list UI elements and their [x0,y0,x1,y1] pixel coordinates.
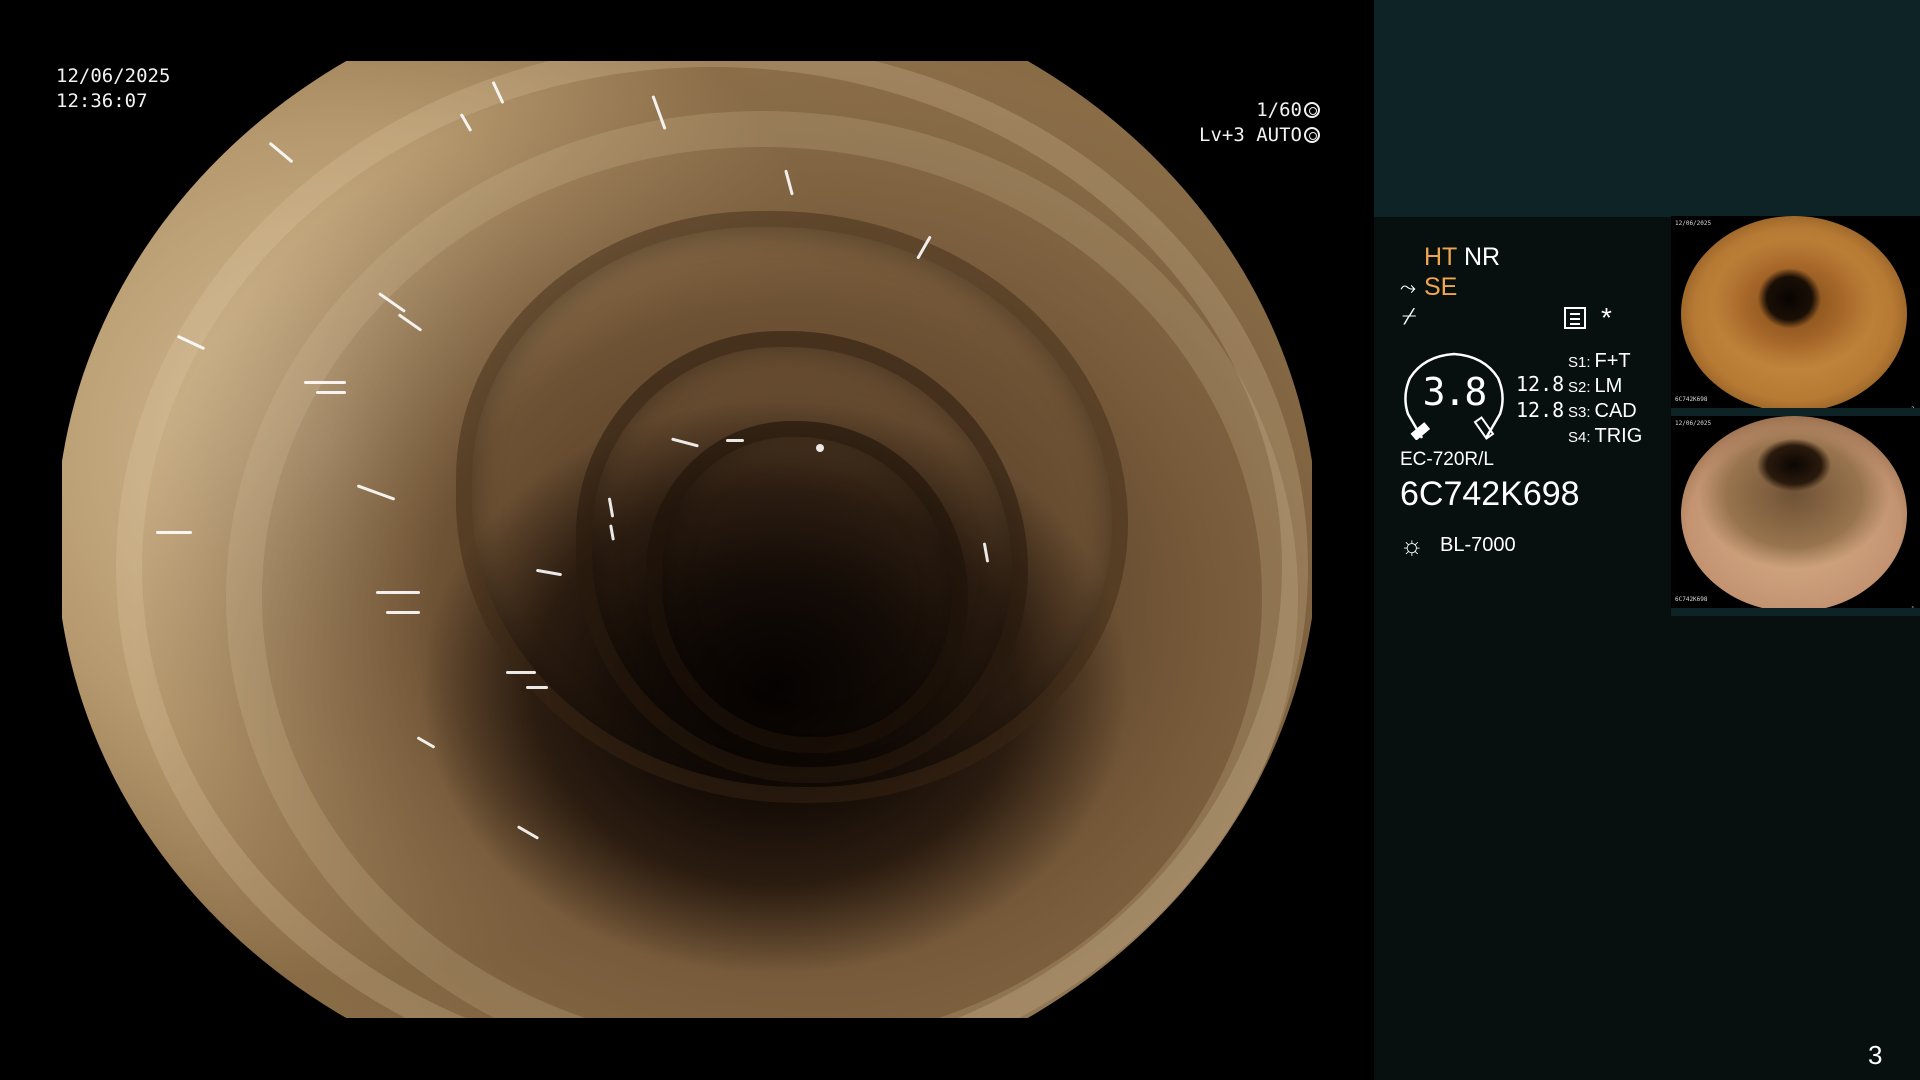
lamp-icon: ☼ [1400,530,1424,560]
capture-thumbnail-2[interactable]: 12/06/2025 6C742K698 1 [1671,416,1920,616]
status-panel: HT NR ⤳ SE ⌿ * 3.8 12.8 12.8 S1: F+T S2: L… [1374,0,1920,1080]
thumbnail-serial: 6C742K698 [1675,596,1708,603]
enhance-nr-label: NR [1464,243,1501,271]
panel-header [1374,0,1920,217]
switch-row-s4: S4: TRIG [1568,425,1643,447]
switch-row-s1: S1: F+T [1568,350,1631,372]
iris-icon [1304,127,1320,143]
star-icon: * [1601,302,1612,333]
thumbnail-date: 12/06/2025 [1675,420,1712,427]
gauge-readout-2: 12.8 [1516,398,1565,422]
scope-serial-number: 6C742K698 [1400,475,1580,513]
date-time-overlay: 12/06/2025 12:36:07 [56,64,170,114]
page-number: 3 [1868,1040,1883,1070]
light-source-label: BL-7000 [1440,534,1516,556]
thumbnail-image [1681,416,1907,612]
endoscopy-monitor: 12/06/2025 12:36:07 1/60 Lv+3 AUTO HT NR… [0,0,1920,1080]
exposure-overlay: 1/60 Lv+3 AUTO [1199,98,1320,148]
switch-row-s3: S3: CAD [1568,400,1637,422]
menu-icon [1564,307,1586,329]
se-mode-icon: ⤳ [1400,277,1416,299]
date-text: 12/06/2025 [56,65,171,87]
time-text: 12:36:07 [56,90,148,112]
gauge-readout-1: 12.8 [1516,372,1565,396]
thumbnail-serial: 6C742K698 [1675,396,1708,403]
enhance-se-label: SE [1424,273,1458,301]
enhance-ht-label: HT [1424,243,1458,271]
endoscope-live-view [62,61,1312,1018]
shutter-speed-text: 1/60 [1256,99,1302,121]
switch-row-s2: S2: LM [1568,375,1623,397]
thumbnail-image [1681,216,1907,412]
exposure-level-text: Lv+3 AUTO [1199,124,1302,146]
scope-model-label: EC-720R/L [1400,449,1494,470]
colon-lumen-image [62,61,1312,1018]
thumbnail-footer [1671,408,1920,416]
magnification-value: 3.8 [1422,370,1488,414]
shutter-icon [1304,102,1320,118]
thumbnail-footer [1671,608,1920,616]
structure-mode-icon: ⌿ [1402,303,1417,330]
capture-thumbnail-1[interactable]: 12/06/2025 6C742K698 2 [1671,216,1920,416]
thumbnail-date: 12/06/2025 [1675,220,1712,227]
